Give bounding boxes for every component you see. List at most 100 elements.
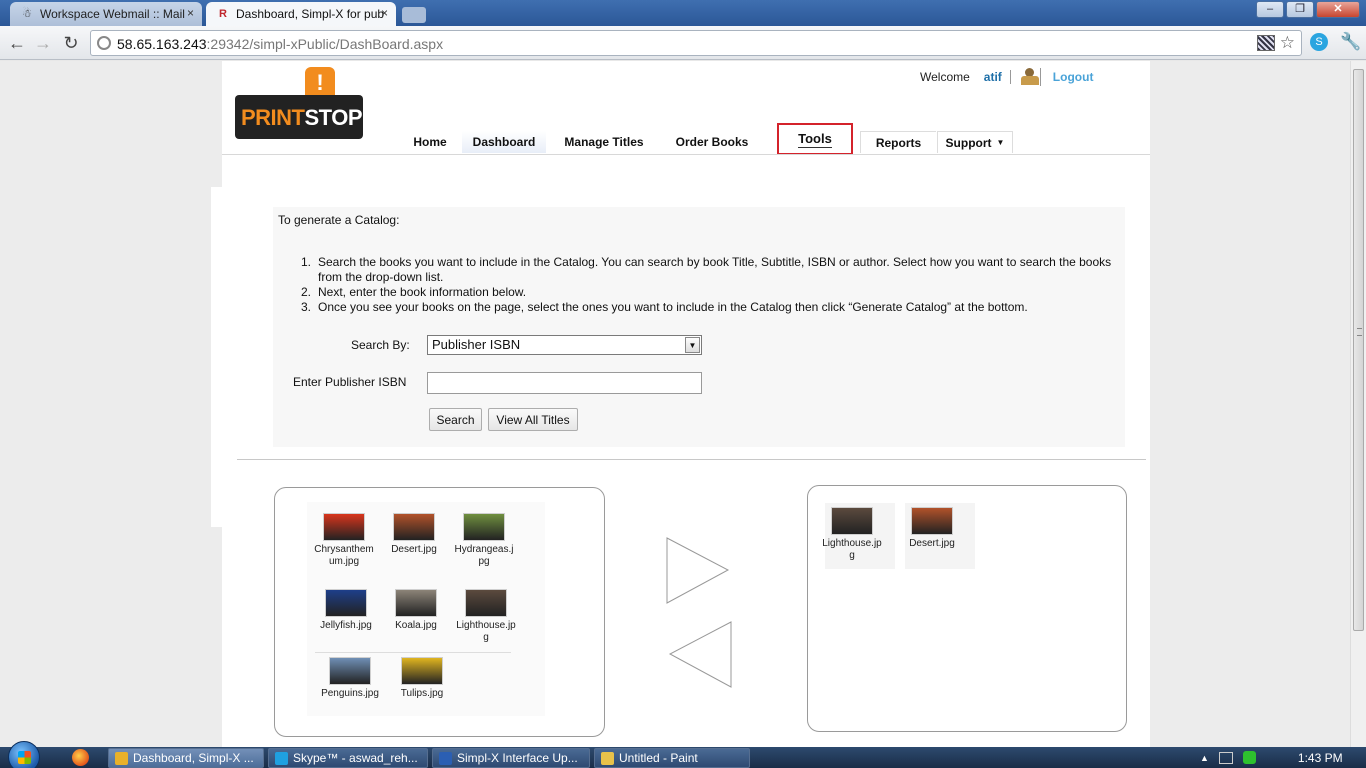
paint-icon bbox=[601, 751, 614, 765]
menu-item-reports[interactable]: Reports bbox=[860, 131, 936, 153]
menu-divider bbox=[222, 154, 1150, 155]
firefox-icon[interactable] bbox=[72, 749, 89, 766]
windows-logo-icon bbox=[18, 751, 31, 764]
file-item[interactable]: Chrysanthemum.jpg bbox=[312, 513, 376, 568]
step-item: 3. Once you see your books on the page, s… bbox=[301, 300, 1028, 314]
logo-text: PRINTSTOP bbox=[241, 105, 363, 130]
logout-link[interactable]: Logout bbox=[1053, 70, 1094, 84]
tab-dashboard[interactable]: R Dashboard, Simpl-X for pub × bbox=[206, 2, 396, 26]
image-thumbnail bbox=[911, 507, 953, 535]
file-name: Jellyfish.jpg bbox=[320, 620, 372, 631]
minimize-button[interactable]: – bbox=[1256, 1, 1284, 18]
window-controls: – ❐ ✕ bbox=[1256, 1, 1360, 18]
url-text: 58.65.163.243:29342/simpl-xPublic/DashBo… bbox=[117, 36, 444, 52]
welcome-text: Welcome bbox=[920, 70, 970, 84]
file-name: Lighthouse.jpg bbox=[822, 538, 882, 561]
browser-tab-bar: ☃ Workspace Webmail :: Mail × R Dashboar… bbox=[0, 0, 1366, 26]
taskbar-item-skype[interactable]: Skype™ - aswad_reh... bbox=[268, 748, 428, 768]
catalog-steps: 1. Search the books you want to include i… bbox=[301, 255, 1123, 315]
reload-icon[interactable]: ↻ bbox=[60, 32, 82, 54]
isbn-input[interactable] bbox=[427, 372, 702, 394]
page-info-icon[interactable] bbox=[97, 36, 111, 50]
windows-taskbar: Dashboard, Simpl-X ... Skype™ - aswad_re… bbox=[0, 741, 1366, 768]
bookmark-star-icon[interactable]: ☆ bbox=[1280, 33, 1295, 53]
search-by-select[interactable]: Publisher ISBN ▼ bbox=[427, 335, 702, 355]
image-thumbnail bbox=[401, 657, 443, 685]
image-thumbnail bbox=[465, 589, 507, 617]
file-name: Desert.jpg bbox=[391, 544, 437, 555]
view-all-titles-button[interactable]: View All Titles bbox=[488, 408, 578, 431]
step-item: 1. Search the books you want to include i… bbox=[301, 255, 1112, 284]
file-item[interactable]: Hydrangeas.jpg bbox=[452, 513, 516, 568]
image-thumbnail bbox=[323, 513, 365, 541]
vertical-scrollbar[interactable] bbox=[1350, 61, 1366, 747]
webmail-icon: ☃ bbox=[22, 8, 32, 20]
taskbar-item-word[interactable]: Simpl-X Interface Up... bbox=[432, 748, 590, 768]
menu-item-dashboard[interactable]: Dashboard bbox=[462, 131, 546, 153]
printstop-logo[interactable]: ! PRINTSTOP bbox=[235, 67, 363, 143]
skype-extension-icon[interactable]: S bbox=[1310, 33, 1328, 51]
image-thumbnail bbox=[329, 657, 371, 685]
taskbar-item-chrome[interactable]: Dashboard, Simpl-X ... bbox=[108, 748, 264, 768]
back-icon[interactable]: ← bbox=[6, 32, 28, 54]
file-item[interactable]: Lighthouse.jpg bbox=[820, 507, 884, 562]
file-item[interactable]: Tulips.jpg bbox=[390, 657, 454, 700]
image-thumbnail bbox=[325, 589, 367, 617]
network-icon[interactable] bbox=[1218, 751, 1233, 764]
file-item[interactable]: Koala.jpg bbox=[384, 589, 448, 632]
image-thumbnail bbox=[395, 589, 437, 617]
show-hidden-icons-icon[interactable]: ▲ bbox=[1200, 753, 1209, 763]
system-tray: ▲ 1:43 PM bbox=[1200, 747, 1343, 768]
wrench-menu-icon[interactable]: 🔧 bbox=[1340, 32, 1361, 52]
menu-item-order-books[interactable]: Order Books bbox=[662, 131, 762, 153]
search-button[interactable]: Search bbox=[429, 408, 482, 431]
clock[interactable]: 1:43 PM bbox=[1298, 751, 1343, 765]
file-name: Hydrangeas.jpg bbox=[454, 544, 514, 567]
file-name: Penguins.jpg bbox=[321, 688, 379, 699]
username-link[interactable]: atif bbox=[984, 70, 1011, 84]
move-left-arrow-icon[interactable] bbox=[668, 621, 732, 689]
skype-icon bbox=[275, 751, 288, 765]
catalog-panel: To generate a Catalog: 1. Search the book… bbox=[273, 207, 1125, 447]
new-tab-button[interactable] bbox=[402, 7, 426, 23]
file-item[interactable]: Lighthouse.jpg bbox=[454, 589, 518, 644]
taskbar-item-paint[interactable]: Untitled - Paint bbox=[594, 748, 750, 768]
image-thumbnail bbox=[463, 513, 505, 541]
maximize-button[interactable]: ❐ bbox=[1286, 1, 1314, 18]
chevron-down-icon[interactable]: ▼ bbox=[685, 337, 700, 353]
profile-icon[interactable] bbox=[1019, 68, 1041, 86]
file-item[interactable]: Desert.jpg bbox=[900, 507, 964, 550]
menu-item-tools[interactable]: Tools bbox=[777, 123, 853, 155]
search-by-label: Search By: bbox=[351, 338, 410, 352]
page-content: ! PRINTSTOP Welcome atif Logout Home Das… bbox=[222, 61, 1150, 747]
menu-item-support[interactable]: Support ▼ bbox=[937, 131, 1013, 153]
file-name: Tulips.jpg bbox=[400, 688, 444, 699]
tray-app-icon[interactable] bbox=[1242, 751, 1256, 764]
isbn-label: Enter Publisher ISBN bbox=[293, 375, 407, 389]
file-name: Koala.jpg bbox=[395, 620, 437, 631]
file-name: Desert.jpg bbox=[909, 538, 955, 549]
forward-icon[interactable]: → bbox=[32, 32, 54, 54]
scrollbar-thumb[interactable] bbox=[1353, 69, 1364, 631]
image-thumbnail bbox=[393, 513, 435, 541]
main-menu: Home Dashboard Manage Titles Order Books… bbox=[392, 123, 1150, 157]
menu-item-manage-titles[interactable]: Manage Titles bbox=[552, 131, 656, 153]
start-button[interactable] bbox=[8, 741, 40, 768]
tab-title: Dashboard, Simpl-X for pub bbox=[236, 7, 385, 21]
file-item[interactable]: Jellyfish.jpg bbox=[314, 589, 378, 632]
word-icon bbox=[439, 751, 452, 765]
catalog-intro: To generate a Catalog: bbox=[278, 213, 400, 227]
r-icon: R bbox=[219, 8, 227, 20]
file-item[interactable]: Penguins.jpg bbox=[318, 657, 382, 700]
move-right-arrow-icon[interactable] bbox=[666, 537, 730, 605]
file-item[interactable]: Desert.jpg bbox=[382, 513, 446, 556]
tab-close-icon[interactable]: × bbox=[187, 6, 194, 20]
user-bar: Welcome atif Logout bbox=[920, 67, 1093, 87]
tab-webmail[interactable]: ☃ Workspace Webmail :: Mail × bbox=[10, 2, 202, 26]
address-bar[interactable]: 58.65.163.243:29342/simpl-xPublic/DashBo… bbox=[90, 30, 1302, 56]
menu-item-home[interactable]: Home bbox=[398, 131, 462, 153]
tab-close-icon[interactable]: × bbox=[381, 6, 388, 20]
close-window-button[interactable]: ✕ bbox=[1316, 1, 1360, 18]
translate-flag-icon[interactable] bbox=[1257, 35, 1275, 51]
step-item: 2. Next, enter the book information below… bbox=[301, 285, 527, 299]
